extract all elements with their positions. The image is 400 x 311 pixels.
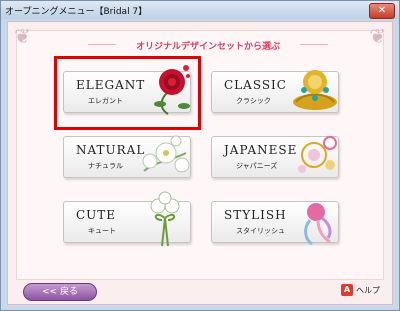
- gold-ornament-icon: [293, 70, 337, 110]
- title-bar: オープニングメニュー【Bridal 7】 ✕: [1, 1, 399, 19]
- selection-highlight: [54, 56, 201, 130]
- tile-subtitle: ナチュラル: [88, 162, 123, 170]
- japanese-flower-icon: [298, 136, 337, 173]
- close-button[interactable]: ✕: [369, 3, 395, 19]
- tile-cute[interactable]: CUTE キュート: [63, 191, 191, 247]
- heading-divider: [300, 44, 328, 45]
- help-icon: A: [341, 284, 353, 296]
- white-flower-icon: [142, 135, 190, 173]
- tile-classic[interactable]: CLASSIC クラシック: [211, 70, 339, 113]
- tile-natural[interactable]: NATURAL ナチュラル: [63, 135, 191, 178]
- window-title: オープニングメニュー【Bridal 7】: [5, 7, 148, 17]
- help-button[interactable]: A ヘルプ: [341, 284, 381, 298]
- back-button[interactable]: << 戻る: [23, 283, 97, 301]
- tile-title: JAPANESE: [224, 143, 298, 157]
- bouquet-ribbon-icon: [150, 191, 180, 247]
- tile-japanese[interactable]: JAPANESE ジャパニーズ: [211, 136, 339, 178]
- tile-title: NATURAL: [76, 143, 146, 157]
- menu-heading: オリジナルデザインセットから選ぶ: [135, 42, 280, 52]
- tile-subtitle: ジャパニーズ: [236, 162, 278, 170]
- corner-ornament-icon: ❦: [14, 24, 31, 48]
- corner-ornament-icon: ❦: [369, 24, 386, 48]
- tile-title: STYLISH: [224, 208, 287, 222]
- tile-title: CUTE: [76, 208, 117, 222]
- tile-title: CLASSIC: [224, 78, 287, 92]
- tile-subtitle: スタイリッシュ: [236, 227, 285, 235]
- application-window: オープニングメニュー【Bridal 7】 ✕ ❦ ❦ オリジナルデザインセットか…: [0, 0, 400, 311]
- tile-subtitle: クラシック: [236, 97, 271, 105]
- heading-divider: [88, 44, 116, 45]
- help-label: ヘルプ: [356, 286, 380, 295]
- stylish-swirl-icon: [304, 203, 332, 246]
- tile-subtitle: キュート: [88, 227, 116, 235]
- tile-stylish[interactable]: STYLISH スタイリッシュ: [211, 201, 339, 246]
